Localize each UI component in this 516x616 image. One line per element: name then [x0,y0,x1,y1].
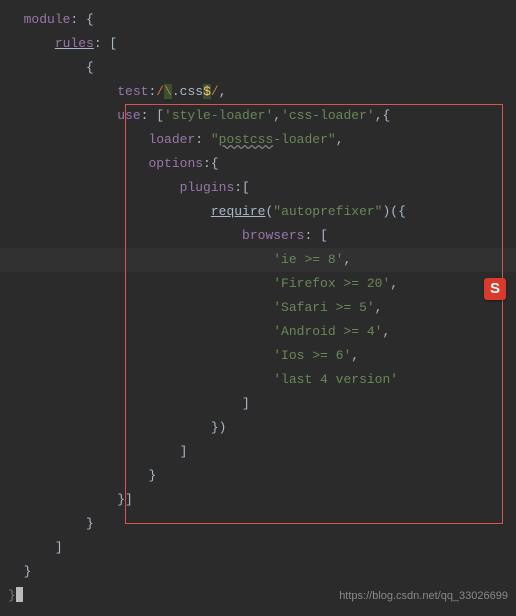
code-line: require("autoprefixer")({ [8,200,516,224]
code-line: ] [8,440,516,464]
code-line: test:/\.css$/, [8,80,516,104]
key-loader: loader [148,132,195,147]
code-line: module: { [8,8,516,32]
code-line: plugins:[ [8,176,516,200]
code-line: 'Firefox >= 20', [8,272,516,296]
sogou-ime-icon[interactable]: S [484,278,506,300]
code-line: 'last 4 version' [8,368,516,392]
code-line: } [8,464,516,488]
code-line: rules: [ [8,32,516,56]
key-plugins: plugins [180,180,235,195]
code-line: browsers: [ [8,224,516,248]
code-line: 'Ios >= 6', [8,344,516,368]
code-line: } [8,560,516,584]
key-rules: rules [55,36,94,51]
code-line: } [8,512,516,536]
code-line: ] [8,536,516,560]
code-line: loader: "postcss-loader", [8,128,516,152]
key-options: options [148,156,203,171]
code-line-active: 'ie >= 8', [0,248,516,272]
key-test: test [117,84,148,99]
code-line: }) [8,416,516,440]
code-line: use: ['style-loader','css-loader',{ [8,104,516,128]
watermark-text: https://blog.csdn.net/qq_33026699 [339,590,508,602]
key-use: use [117,108,140,123]
key-module: module [24,12,71,27]
code-line: }] [8,488,516,512]
code-line: 'Android >= 4', [8,320,516,344]
code-line: options:{ [8,152,516,176]
code-editor[interactable]: module: { rules: [ { test:/\.css$/, use:… [0,0,516,616]
key-browsers: browsers [242,228,304,243]
code-line: 'Safari >= 5', [8,296,516,320]
text-cursor [16,587,23,602]
code-line: ] [8,392,516,416]
code-line: { [8,56,516,80]
fn-require: require [211,204,266,219]
